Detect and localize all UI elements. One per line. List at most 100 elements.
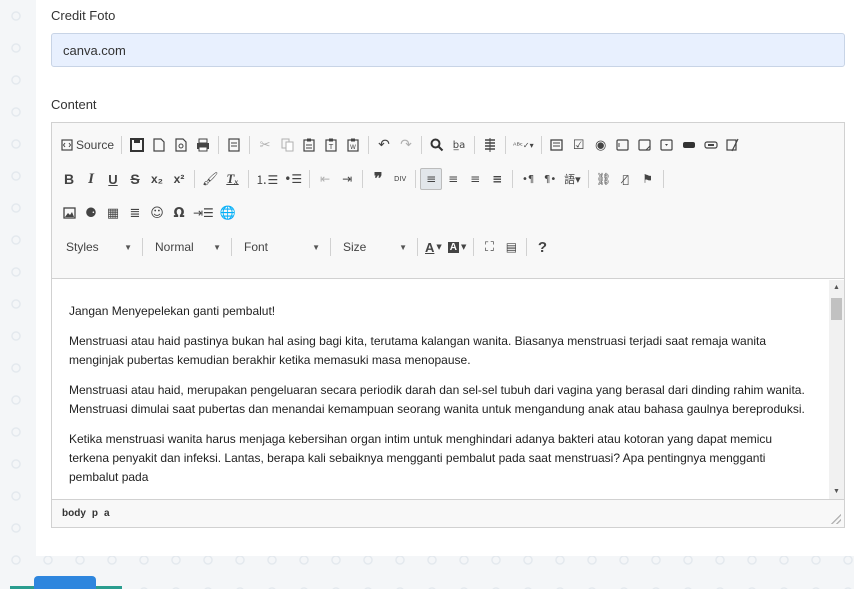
select-all-button[interactable] bbox=[479, 134, 501, 156]
paste-text-button[interactable]: T bbox=[320, 134, 342, 156]
find-button[interactable] bbox=[426, 134, 448, 156]
anchor-button[interactable]: ⚑ bbox=[637, 168, 659, 190]
new-page-icon bbox=[153, 138, 165, 152]
radio-icon: ◉ bbox=[594, 137, 607, 153]
submit-button[interactable] bbox=[34, 576, 96, 589]
underline-button[interactable]: U bbox=[102, 168, 124, 190]
scroll-thumb[interactable] bbox=[831, 298, 842, 320]
numbered-list-button[interactable]: ⒈☰ bbox=[253, 168, 282, 190]
create-div-button[interactable]: DIV bbox=[389, 168, 411, 190]
new-page-button[interactable] bbox=[148, 134, 170, 156]
bulleted-list-button[interactable]: •☰ bbox=[281, 168, 305, 190]
chevron-down-icon: ▼ bbox=[461, 243, 467, 251]
superscript-button[interactable]: x² bbox=[168, 168, 190, 190]
button-field-button[interactable] bbox=[678, 134, 700, 156]
cut-button[interactable]: ✂ bbox=[254, 134, 276, 156]
paste-word-icon: W bbox=[347, 138, 359, 152]
separator bbox=[309, 170, 311, 188]
format-dropdown[interactable]: Normal ▼ bbox=[147, 235, 227, 259]
styles-dropdown[interactable]: Styles ▼ bbox=[58, 235, 138, 259]
redo-button[interactable]: ↷ bbox=[395, 134, 417, 156]
save-button[interactable] bbox=[126, 134, 148, 156]
select-all-icon bbox=[485, 138, 496, 152]
copy-formatting-button[interactable]: 🖌 bbox=[199, 168, 222, 190]
path-item-p[interactable]: p bbox=[92, 508, 98, 519]
subscript-button[interactable]: x₂ bbox=[146, 168, 168, 190]
text-color-button[interactable]: A ▼ bbox=[422, 236, 445, 258]
source-button[interactable]: Source bbox=[58, 134, 117, 156]
copy-button[interactable] bbox=[276, 134, 298, 156]
path-item-a[interactable]: a bbox=[104, 508, 110, 519]
scroll-down-arrow-icon[interactable]: ▼ bbox=[829, 484, 844, 499]
select-icon bbox=[660, 139, 673, 151]
replace-button[interactable]: b̲a bbox=[448, 134, 470, 156]
justify-icon: ≡ bbox=[492, 172, 503, 186]
radio-button[interactable]: ◉ bbox=[590, 134, 612, 156]
paste-word-button[interactable]: W bbox=[342, 134, 364, 156]
increase-indent-button[interactable]: ⇥ bbox=[336, 168, 358, 190]
form-card: Credit Foto canva.com Content Source ✂ T… bbox=[36, 0, 854, 556]
blockquote-icon: ❞ bbox=[373, 171, 383, 188]
decrease-indent-button[interactable]: ⇤ bbox=[314, 168, 336, 190]
editor-scrollbar[interactable]: ▲ ▼ bbox=[829, 280, 844, 499]
editor-content-area[interactable]: Jangan Menyepelekan ganti pembalut! Mens… bbox=[52, 280, 844, 499]
horizontal-line-button[interactable]: ≣ bbox=[124, 202, 146, 224]
align-left-button[interactable]: ≡ bbox=[420, 168, 443, 190]
align-right-button[interactable]: ≡ bbox=[464, 168, 486, 190]
italic-button[interactable]: I bbox=[80, 168, 102, 190]
show-blocks-button[interactable]: ▤ bbox=[500, 236, 522, 258]
print-button[interactable] bbox=[192, 134, 214, 156]
image-button[interactable] bbox=[58, 202, 80, 224]
ltr-button[interactable]: •¶ bbox=[517, 168, 539, 190]
undo-button[interactable]: ↶ bbox=[373, 134, 395, 156]
language-button[interactable]: 語▾ bbox=[561, 168, 584, 190]
flash-button[interactable]: ⚈ bbox=[80, 202, 102, 224]
size-dropdown[interactable]: Size ▼ bbox=[335, 235, 413, 259]
link-button[interactable]: ⛓ bbox=[593, 168, 615, 190]
size-label: Size bbox=[343, 240, 367, 254]
align-center-button[interactable]: ≡ bbox=[442, 168, 464, 190]
blockquote-button[interactable]: ❞ bbox=[367, 168, 389, 190]
unlink-button[interactable]: ⛓̸ bbox=[615, 168, 637, 190]
path-item-body[interactable]: body bbox=[62, 508, 86, 519]
background-color-button[interactable]: A ▼ bbox=[445, 236, 470, 258]
textfield-button[interactable] bbox=[612, 134, 634, 156]
special-char-button[interactable]: Ω bbox=[168, 202, 190, 224]
iframe-button[interactable]: 🌐 bbox=[217, 202, 239, 224]
chevron-down-icon: ▼ bbox=[213, 242, 221, 252]
smiley-icon: ☺ bbox=[150, 205, 164, 221]
copy-icon bbox=[281, 138, 294, 152]
maximize-button[interactable]: ⛶ bbox=[478, 236, 500, 258]
templates-button[interactable] bbox=[223, 134, 245, 156]
remove-format-button[interactable]: Tₓ bbox=[222, 168, 244, 190]
image-button-field-button[interactable] bbox=[700, 134, 722, 156]
font-dropdown[interactable]: Font ▼ bbox=[236, 235, 326, 259]
table-button[interactable]: ▦ bbox=[102, 202, 124, 224]
font-label: Font bbox=[244, 240, 269, 254]
checkbox-button[interactable]: ☑ bbox=[568, 134, 590, 156]
hidden-field-button[interactable] bbox=[722, 134, 744, 156]
omega-icon: Ω bbox=[173, 205, 185, 221]
unlink-icon: ⛓̸ bbox=[622, 172, 629, 186]
justify-button[interactable]: ≡ bbox=[486, 168, 508, 190]
show-blocks-icon: ▤ bbox=[505, 240, 518, 254]
paragraph: Menstruasi atau haid pastinya bukan hal … bbox=[69, 334, 767, 367]
bold-button[interactable]: B bbox=[58, 168, 80, 190]
credit-foto-input[interactable]: canva.com bbox=[51, 33, 845, 67]
page-break-button[interactable]: ⇥☰ bbox=[190, 202, 217, 224]
spellcheck-button[interactable]: ᴬᴮᶜ✓▾ bbox=[510, 134, 537, 156]
maximize-icon: ⛶ bbox=[484, 239, 494, 255]
strikethrough-button[interactable]: S bbox=[124, 168, 146, 190]
textfield-icon bbox=[616, 139, 629, 151]
select-field-button[interactable] bbox=[656, 134, 678, 156]
help-button[interactable]: ? bbox=[531, 236, 553, 258]
paste-button[interactable] bbox=[298, 134, 320, 156]
separator bbox=[473, 238, 475, 256]
smiley-button[interactable]: ☺ bbox=[146, 202, 168, 224]
scroll-up-arrow-icon[interactable]: ▲ bbox=[829, 280, 844, 295]
preview-button[interactable] bbox=[170, 134, 192, 156]
textarea-button[interactable] bbox=[634, 134, 656, 156]
rtl-button[interactable]: ¶• bbox=[539, 168, 561, 190]
form-button[interactable] bbox=[546, 134, 568, 156]
resize-handle-icon[interactable] bbox=[831, 514, 841, 524]
